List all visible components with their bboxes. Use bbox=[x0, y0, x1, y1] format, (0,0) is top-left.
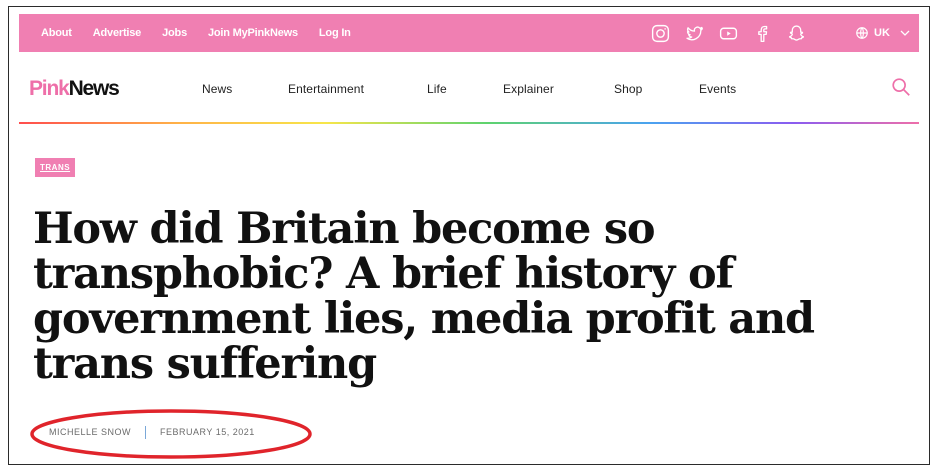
top-bar: About Advertise Jobs Join MyPinkNews Log… bbox=[19, 14, 919, 52]
top-link-advertise[interactable]: Advertise bbox=[93, 27, 142, 39]
instagram-icon[interactable] bbox=[643, 14, 677, 52]
search-icon[interactable] bbox=[890, 76, 912, 98]
primary-nav: News Entertainment Life Explainer Shop E… bbox=[19, 52, 819, 122]
locale-selector[interactable]: UK bbox=[855, 14, 911, 52]
twitter-icon[interactable] bbox=[677, 14, 711, 52]
globe-icon bbox=[856, 27, 868, 39]
nav-shop[interactable]: Shop bbox=[614, 82, 642, 96]
page-frame: About Advertise Jobs Join MyPinkNews Log… bbox=[8, 6, 930, 465]
top-link-join[interactable]: Join MyPinkNews bbox=[208, 27, 298, 39]
nav-events[interactable]: Events bbox=[699, 82, 736, 96]
youtube-icon[interactable] bbox=[711, 14, 745, 52]
locale-label: UK bbox=[874, 27, 890, 39]
social-links bbox=[643, 14, 813, 52]
main-nav: PinkNews News Entertainment Life Explain… bbox=[19, 52, 919, 122]
nav-explainer[interactable]: Explainer bbox=[503, 82, 554, 96]
nav-entertainment[interactable]: Entertainment bbox=[288, 82, 364, 96]
top-link-login[interactable]: Log In bbox=[319, 27, 351, 39]
facebook-icon[interactable] bbox=[745, 14, 779, 52]
category-tag[interactable]: TRANS bbox=[35, 158, 76, 177]
top-links: About Advertise Jobs Join MyPinkNews Log… bbox=[19, 27, 372, 39]
highlight-oval bbox=[30, 409, 312, 459]
snapchat-icon[interactable] bbox=[779, 14, 813, 52]
top-link-jobs[interactable]: Jobs bbox=[162, 27, 187, 39]
nav-life[interactable]: Life bbox=[427, 82, 447, 96]
article-headline: How did Britain become so transphobic? A… bbox=[33, 204, 815, 389]
chevron-down-icon bbox=[900, 30, 910, 36]
rainbow-divider bbox=[19, 122, 919, 124]
nav-news[interactable]: News bbox=[202, 82, 232, 96]
top-link-about[interactable]: About bbox=[41, 27, 72, 39]
